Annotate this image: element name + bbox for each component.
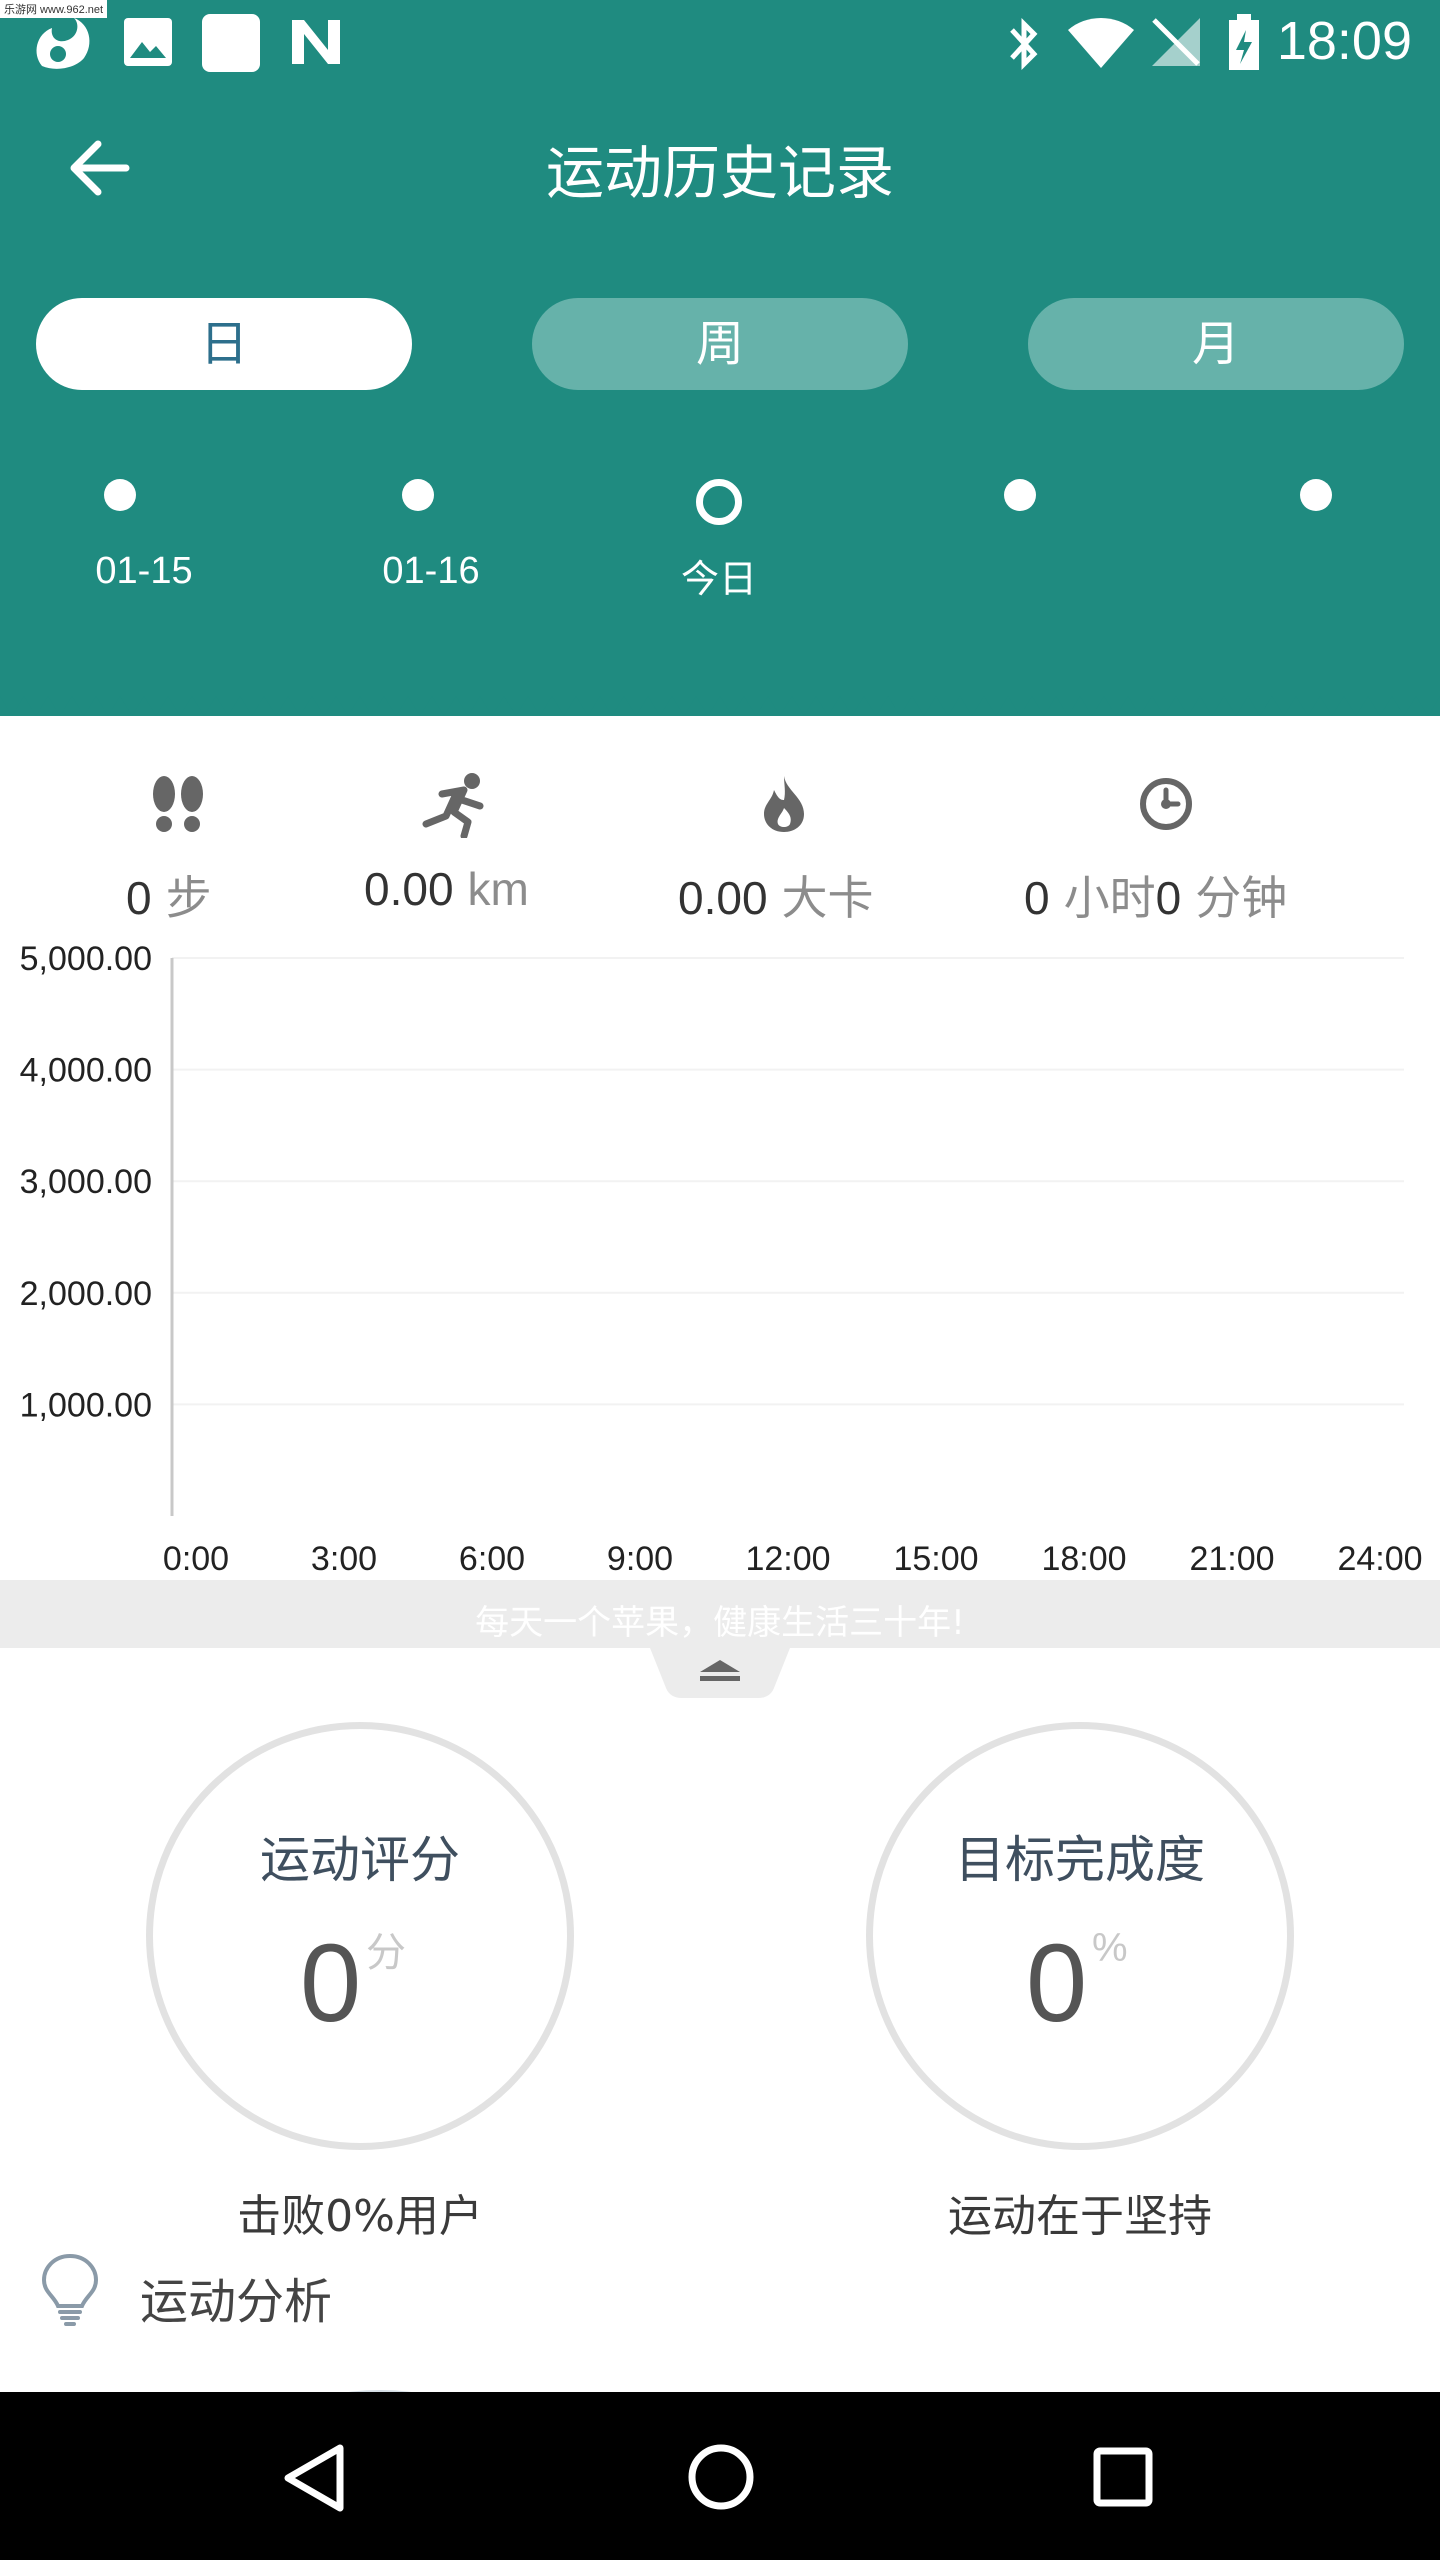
x-tick-label: 0:00 <box>163 1540 229 1578</box>
y-tick-label: 4,000.00 <box>20 1052 152 1090</box>
no-signal-icon <box>1152 18 1200 66</box>
flame-icon <box>764 776 804 832</box>
date-label-0116: 01-16 <box>382 550 480 592</box>
steps-unit: 步 <box>165 871 212 925</box>
score-label: 运动评分 <box>260 1831 460 1889</box>
x-tick-label: 21:00 <box>1189 1540 1274 1578</box>
steps-stat: 0步 <box>126 862 212 928</box>
y-tick-label: 1,000.00 <box>20 1386 152 1424</box>
distance-stat: 0.00 km <box>364 862 529 916</box>
x-tick-label: 6:00 <box>459 1540 525 1578</box>
calories-value: 0.00 <box>678 872 768 924</box>
duration-minutes: 0 <box>1155 872 1182 924</box>
page-title: 运动历史记录 <box>545 139 894 207</box>
x-tick-label: 18:00 <box>1041 1540 1126 1578</box>
date-label-today: 今日 <box>680 557 757 601</box>
goal-value: 0 <box>1026 1922 1088 2045</box>
tab-week[interactable]: 周 <box>532 298 908 390</box>
analysis-title: 运动分析 <box>140 2274 333 2330</box>
nav-back-icon[interactable] <box>280 2442 348 2514</box>
wifi-icon <box>1068 18 1134 68</box>
steps-chart: 5,000.00 4,000.00 3,000.00 2,000.00 1,000.00… <box>20 940 1423 1578</box>
x-tick-label: 15:00 <box>893 1540 978 1578</box>
x-tick-label: 24:00 <box>1337 1540 1422 1578</box>
date-dot-0115[interactable] <box>104 479 136 511</box>
steps-value: 0 <box>126 872 152 924</box>
y-tick-label: 3,000.00 <box>20 1163 152 1201</box>
score-subtitle: 击败0%用户 <box>237 2191 483 2242</box>
x-tick-label: 12:00 <box>745 1540 830 1578</box>
nav-recents-icon[interactable] <box>1092 2446 1154 2508</box>
tab-day[interactable]: 日 <box>36 298 412 390</box>
lightbulb-icon <box>41 2253 99 2326</box>
uc-browser-icon <box>36 18 90 69</box>
gallery-icon <box>124 18 172 66</box>
blank-notification-icon <box>202 14 260 72</box>
clock: 18:09 <box>1276 11 1412 71</box>
date-dot-future-1[interactable] <box>1004 479 1036 511</box>
tip-banner: 每天一个苹果，健康生活三十年! <box>0 1580 1440 1648</box>
y-tick-label: 5,000.00 <box>20 940 152 978</box>
duration-hours: 0 <box>1024 872 1050 924</box>
goal-unit: % <box>1092 1926 1128 1970</box>
score-value: 0 <box>300 1922 362 2045</box>
nav-home-icon[interactable] <box>686 2442 756 2512</box>
header-zigzag-edge <box>0 696 1440 716</box>
footprints-icon <box>153 776 203 832</box>
timer-icon <box>1140 778 1192 830</box>
date-dot-today[interactable] <box>696 479 742 525</box>
y-tick-label: 2,000.00 <box>20 1275 152 1313</box>
tab-month[interactable]: 月 <box>1028 298 1404 390</box>
duration-hour-unit: 小时 <box>1063 871 1156 925</box>
n-notification-icon <box>292 20 340 64</box>
calories-unit: 大卡 <box>781 871 874 925</box>
goal-label: 目标完成度 <box>955 1831 1205 1889</box>
x-tick-label: 9:00 <box>607 1540 673 1578</box>
navigation-bar <box>0 2392 1440 2560</box>
date-dot-future-2[interactable] <box>1300 479 1332 511</box>
x-tick-label: 3:00 <box>311 1540 377 1578</box>
score-unit: 分 <box>366 1930 406 1976</box>
date-label-0115: 01-15 <box>95 550 193 592</box>
battery-charging-icon <box>1229 14 1259 70</box>
calories-stat: 0.00 大卡 <box>678 862 874 928</box>
distance-unit: km <box>467 863 529 915</box>
duration-stat: 0 小时0 分钟 <box>1024 862 1287 928</box>
distance-value: 0.00 <box>364 863 454 915</box>
date-dot-0116[interactable] <box>402 479 434 511</box>
running-icon <box>422 773 484 838</box>
expand-handle[interactable] <box>650 1648 790 1698</box>
goal-subtitle: 运动在于坚持 <box>948 2191 1212 2242</box>
duration-minute-unit: 分钟 <box>1195 871 1288 925</box>
bluetooth-icon <box>1010 17 1038 71</box>
